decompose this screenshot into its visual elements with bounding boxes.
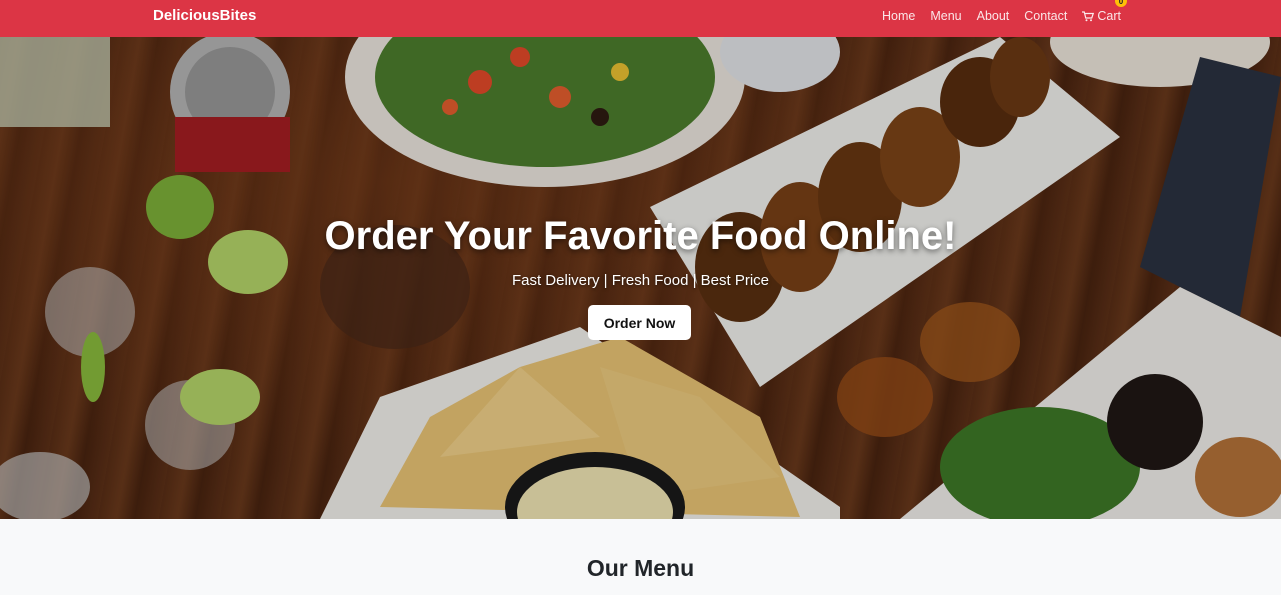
cart-label: Cart — [1097, 9, 1121, 23]
order-now-button[interactable]: Order Now — [588, 305, 691, 340]
cart-count-badge: 0 — [1115, 0, 1127, 7]
nav-link-about[interactable]: About — [977, 9, 1010, 23]
nav-link-menu[interactable]: Menu — [930, 9, 961, 23]
nav-link-contact[interactable]: Contact — [1024, 9, 1067, 23]
hero-banner: Order Your Favorite Food Online! Fast De… — [0, 37, 1281, 519]
nav-link-home[interactable]: Home — [882, 9, 915, 23]
menu-section-title: Our Menu — [586, 555, 695, 581]
hero-title: Order Your Favorite Food Online! — [324, 214, 957, 258]
brand-logo[interactable]: DeliciousBites — [153, 7, 256, 24]
nav-link-cart[interactable]: Cart 0 — [1082, 0, 1127, 23]
hero-subtitle: Fast Delivery | Fresh Food | Best Price — [511, 272, 770, 289]
cart-icon — [1082, 10, 1095, 21]
navbar: DeliciousBites Home Menu About Contact C… — [0, 0, 1281, 37]
nav-links: Home Menu About Contact Cart 0 — [882, 0, 1127, 23]
menu-section: Our Menu — [0, 519, 1281, 595]
